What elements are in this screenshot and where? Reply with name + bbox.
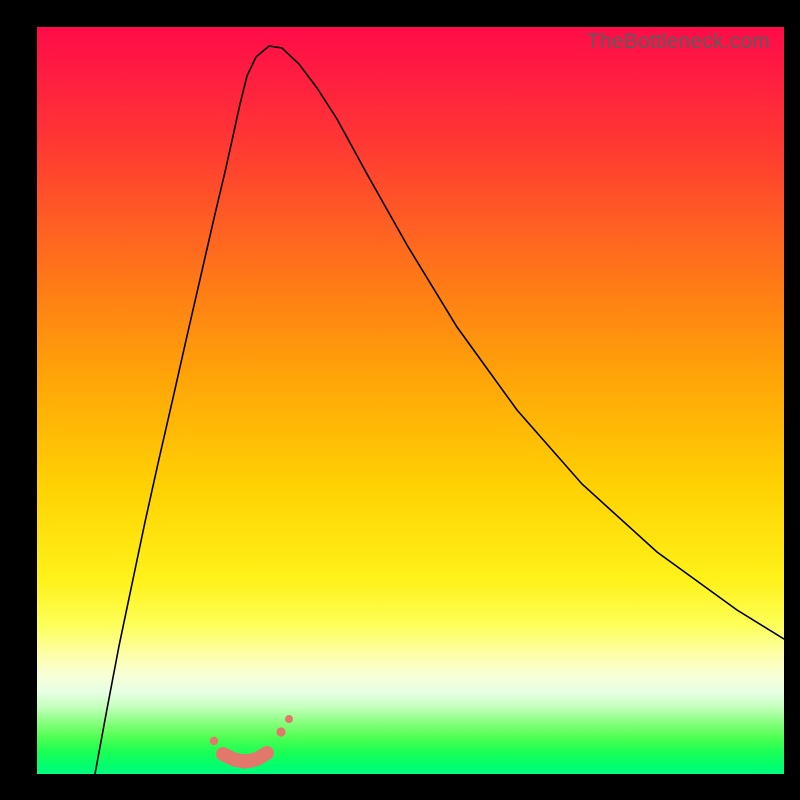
curve-svg — [37, 27, 784, 774]
chart-plot-area: TheBottleneck.com — [37, 27, 784, 774]
data-dot — [261, 750, 271, 760]
data-dot — [219, 750, 229, 760]
data-dot — [285, 715, 293, 723]
data-dot — [239, 759, 249, 769]
chart-frame: TheBottleneck.com — [0, 0, 800, 800]
bottleneck-curve — [95, 46, 784, 774]
data-dot — [229, 757, 239, 767]
data-dot — [250, 757, 260, 767]
data-dot — [210, 737, 218, 745]
data-dot — [276, 727, 285, 736]
